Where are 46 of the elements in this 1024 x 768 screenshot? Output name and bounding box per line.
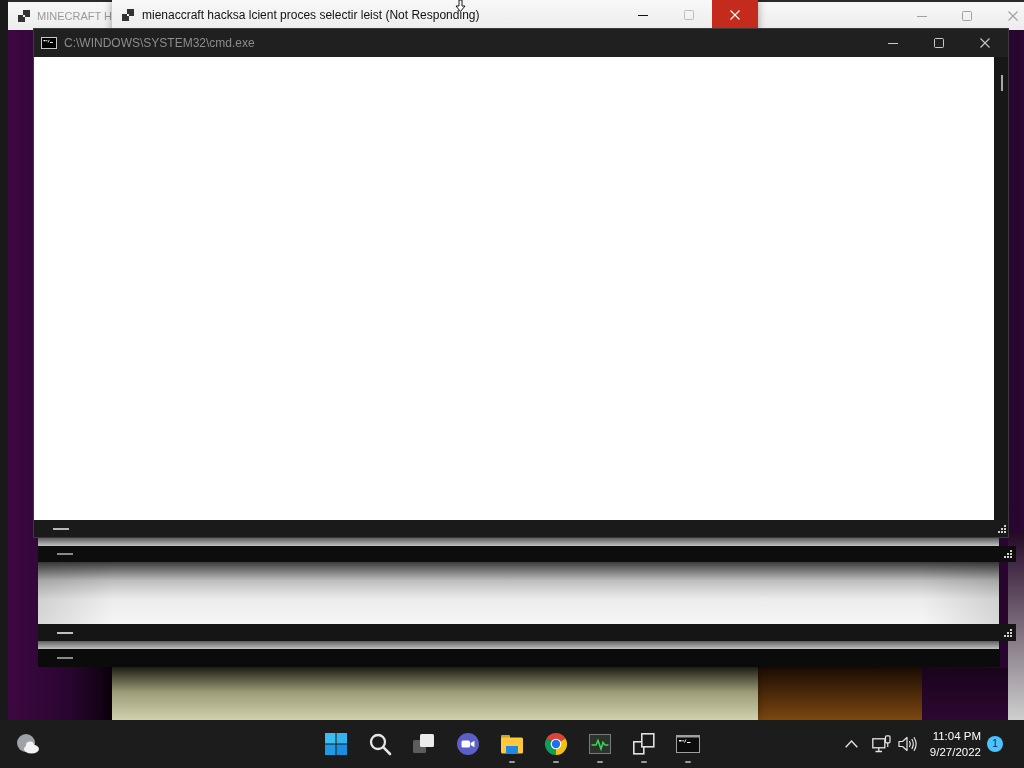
vertical-scrollbar[interactable] bbox=[994, 57, 1008, 520]
resize-grip-icon bbox=[1004, 628, 1012, 637]
tricolor-circle-icon bbox=[544, 732, 568, 756]
maximize-icon bbox=[961, 11, 972, 21]
scrollbar-thumb bbox=[57, 631, 73, 634]
search-icon bbox=[368, 732, 392, 756]
minimize-icon bbox=[916, 15, 927, 17]
scrollbar-thumb bbox=[57, 553, 73, 555]
scrollbar-thumb[interactable] bbox=[53, 527, 69, 530]
app-window-icon bbox=[18, 10, 30, 22]
scrollbar-thumb bbox=[57, 657, 73, 659]
close-button[interactable] bbox=[712, 0, 758, 30]
running-indicator bbox=[641, 761, 647, 763]
folder-icon bbox=[500, 732, 524, 756]
scrollbar-thumb[interactable] bbox=[1001, 75, 1003, 91]
chevron-up-icon bbox=[845, 740, 859, 748]
running-indicator bbox=[553, 761, 559, 763]
minimize-icon bbox=[638, 14, 648, 16]
moon-cloud-icon bbox=[16, 733, 40, 755]
window-title: C:\WINDOWS\SYSTEM32\cmd.exe bbox=[64, 36, 255, 50]
video-camera-icon bbox=[456, 732, 480, 756]
stacked-squares-icon bbox=[412, 732, 436, 756]
clock-date: 9/27/2022 bbox=[929, 745, 981, 760]
window-title: MINECRAFT H bbox=[37, 10, 112, 22]
terminal-icon bbox=[41, 37, 57, 49]
close-icon bbox=[980, 38, 990, 48]
notification-badge[interactable]: 1 bbox=[987, 736, 1003, 752]
clock-time: 11:04 PM bbox=[932, 729, 981, 744]
resize-grip-icon bbox=[1004, 550, 1012, 558]
monitor-plug-icon bbox=[872, 735, 892, 753]
window-title: mienaccraft hacksa lcient proces selectir leist (Not Responding) bbox=[142, 8, 480, 22]
four-tiles-icon bbox=[324, 732, 348, 756]
running-indicator bbox=[597, 761, 603, 763]
overlapping-windows-icon bbox=[632, 732, 656, 756]
speaker-icon bbox=[898, 736, 918, 752]
resize-cursor-icon bbox=[455, 0, 466, 12]
maximize-icon bbox=[934, 38, 944, 48]
app-window-icon bbox=[122, 9, 134, 21]
terminal-icon bbox=[676, 732, 700, 756]
close-icon bbox=[1008, 11, 1018, 21]
running-indicator bbox=[685, 761, 691, 763]
maximize-icon bbox=[684, 10, 694, 20]
running-indicator bbox=[509, 761, 515, 763]
close-icon bbox=[730, 10, 740, 20]
resize-grip-icon bbox=[998, 524, 1006, 533]
minimize-icon bbox=[888, 42, 898, 44]
